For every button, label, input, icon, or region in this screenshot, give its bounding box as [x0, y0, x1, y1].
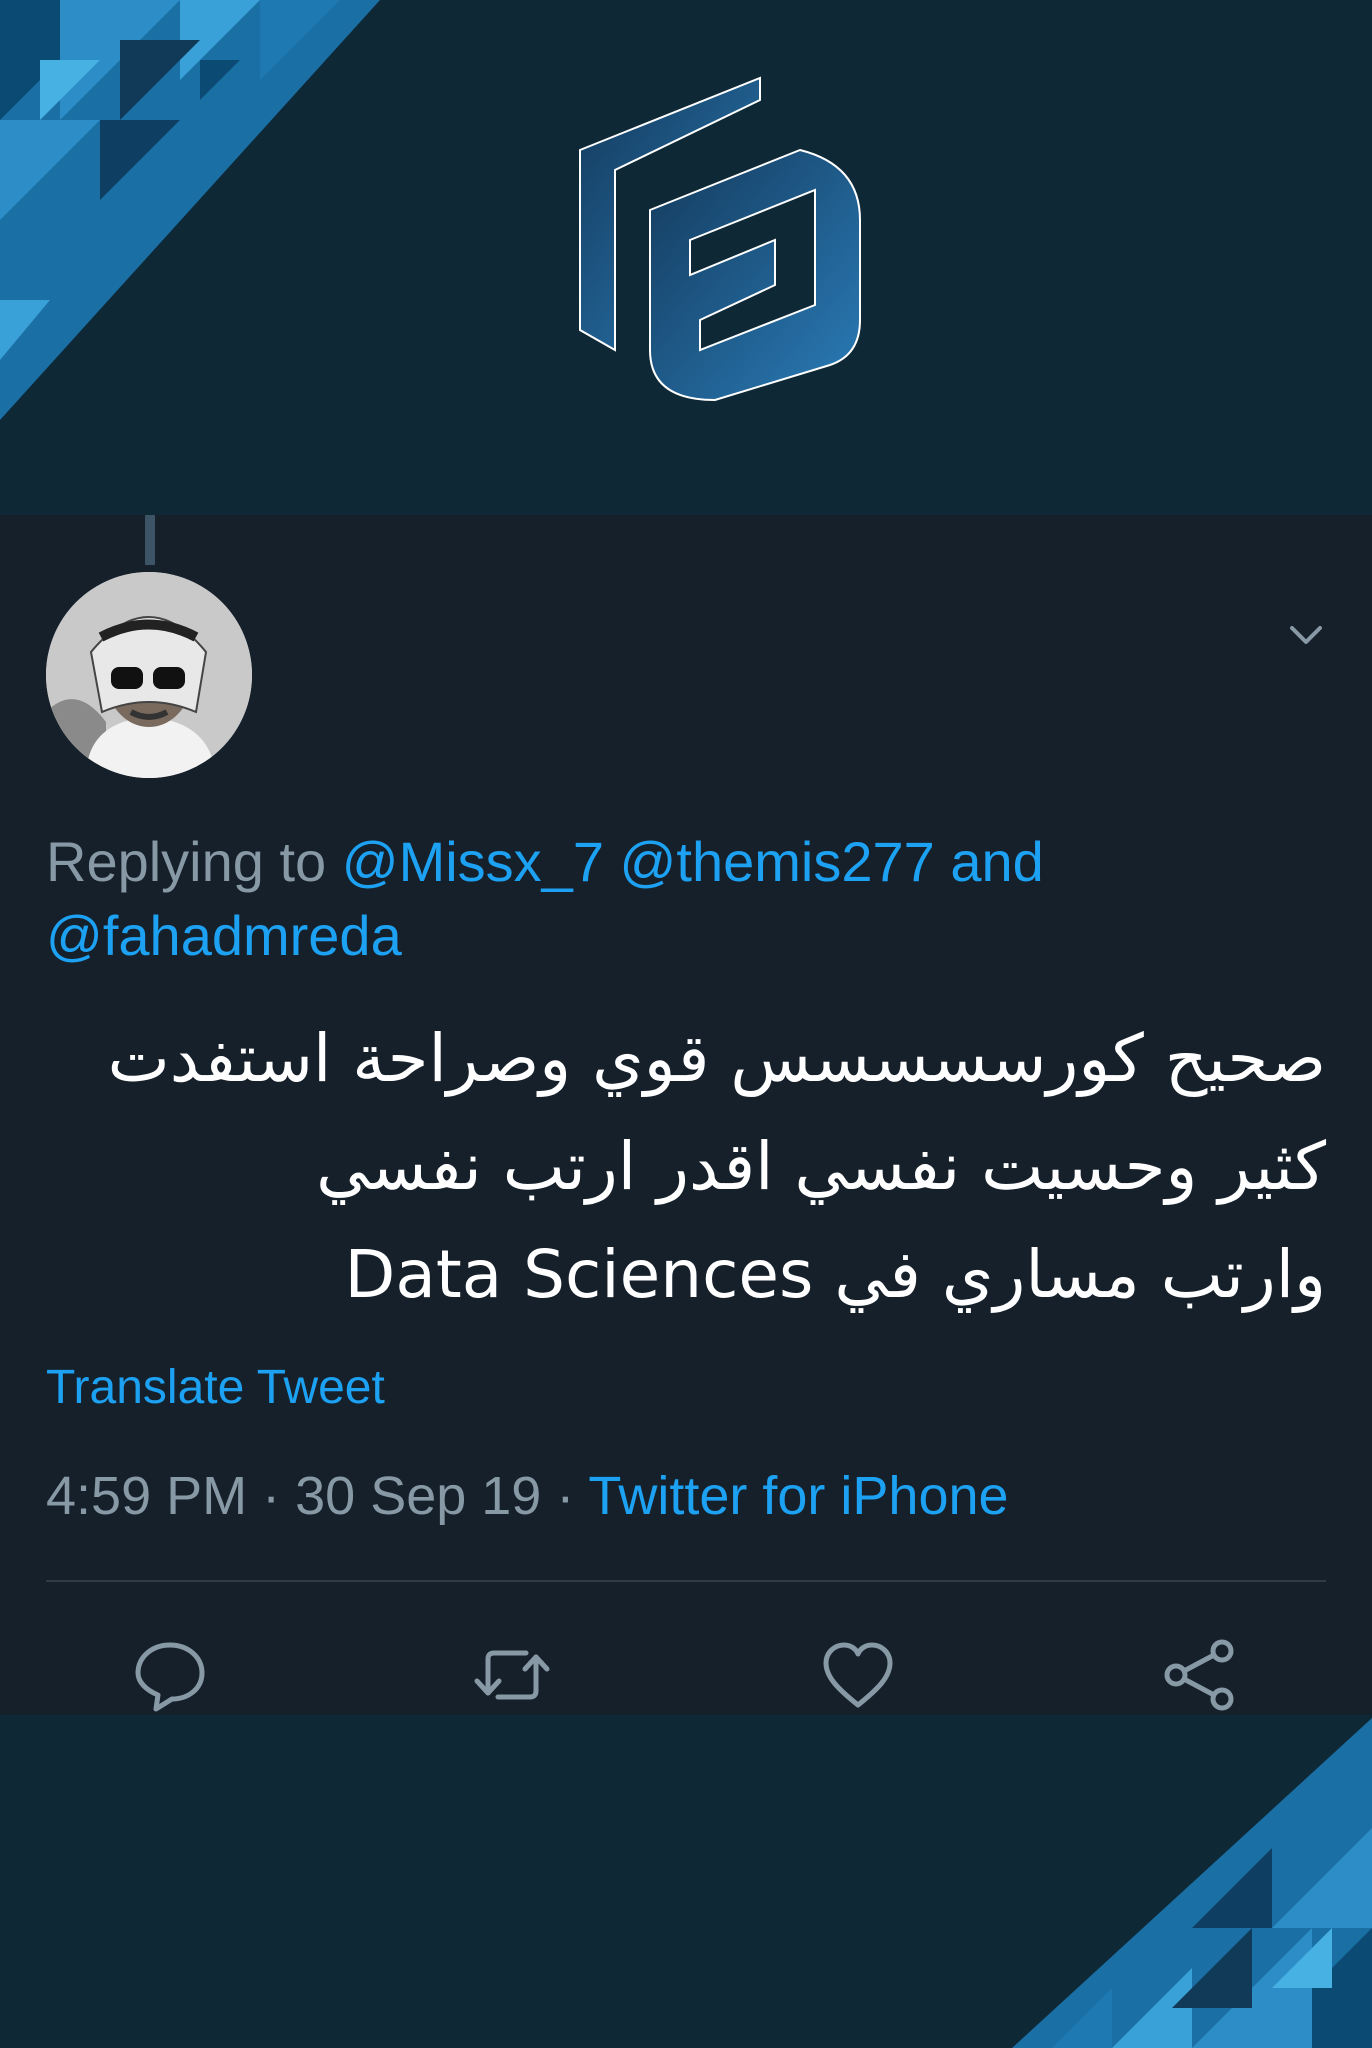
tweet-time: 4:59 PM [46, 1466, 248, 1526]
divider [46, 1580, 1326, 1582]
tweet-text-line: صحيح كورسسسسس قوي وصراحة استفدت [107, 1020, 1326, 1097]
replying-to: Replying to @Missx_7 @themis277 and @fah… [46, 825, 1296, 973]
chevron-down-icon[interactable] [1280, 610, 1332, 662]
tweet-date: 30 Sep 19 [295, 1466, 542, 1526]
triangle-pattern-bottom-right [1012, 1718, 1372, 2048]
mention-link[interactable]: @fahadmreda [46, 904, 402, 967]
heart-icon[interactable] [818, 1635, 898, 1715]
triangle-pattern-top-left [0, 0, 380, 420]
mention-and[interactable]: and [950, 830, 1043, 893]
tweet-text: صحيح كورسسسسس قوي وصراحة استفدت كثير وحس… [46, 1005, 1326, 1329]
thread-line [145, 515, 155, 565]
mention-link[interactable]: @themis277 [620, 830, 935, 893]
meta-separator: · [556, 1466, 575, 1526]
mention-link[interactable]: @Missx_7 [342, 830, 604, 893]
meta-separator: · [262, 1466, 281, 1526]
avatar[interactable] [46, 572, 252, 778]
tweet-meta: 4:59 PM · 30 Sep 19 · Twitter for iPhone [46, 1465, 1009, 1527]
tweet-text-line: وارتب مساري في Data Sciences [344, 1236, 1326, 1313]
reply-icon[interactable] [130, 1635, 210, 1715]
tweet-source-link[interactable]: Twitter for iPhone [588, 1466, 1008, 1526]
tweet-card: Replying to @Missx_7 @themis277 and @fah… [0, 515, 1372, 1715]
translate-tweet-link[interactable]: Translate Tweet [46, 1360, 385, 1415]
logo-icon [579, 76, 861, 402]
tweet-text-line: كثير وحسيت نفسي اقدر ارتب نفسي [316, 1128, 1326, 1205]
reply-prefix: Replying to [46, 830, 327, 893]
retweet-icon[interactable] [472, 1635, 552, 1715]
share-icon[interactable] [1160, 1635, 1240, 1715]
